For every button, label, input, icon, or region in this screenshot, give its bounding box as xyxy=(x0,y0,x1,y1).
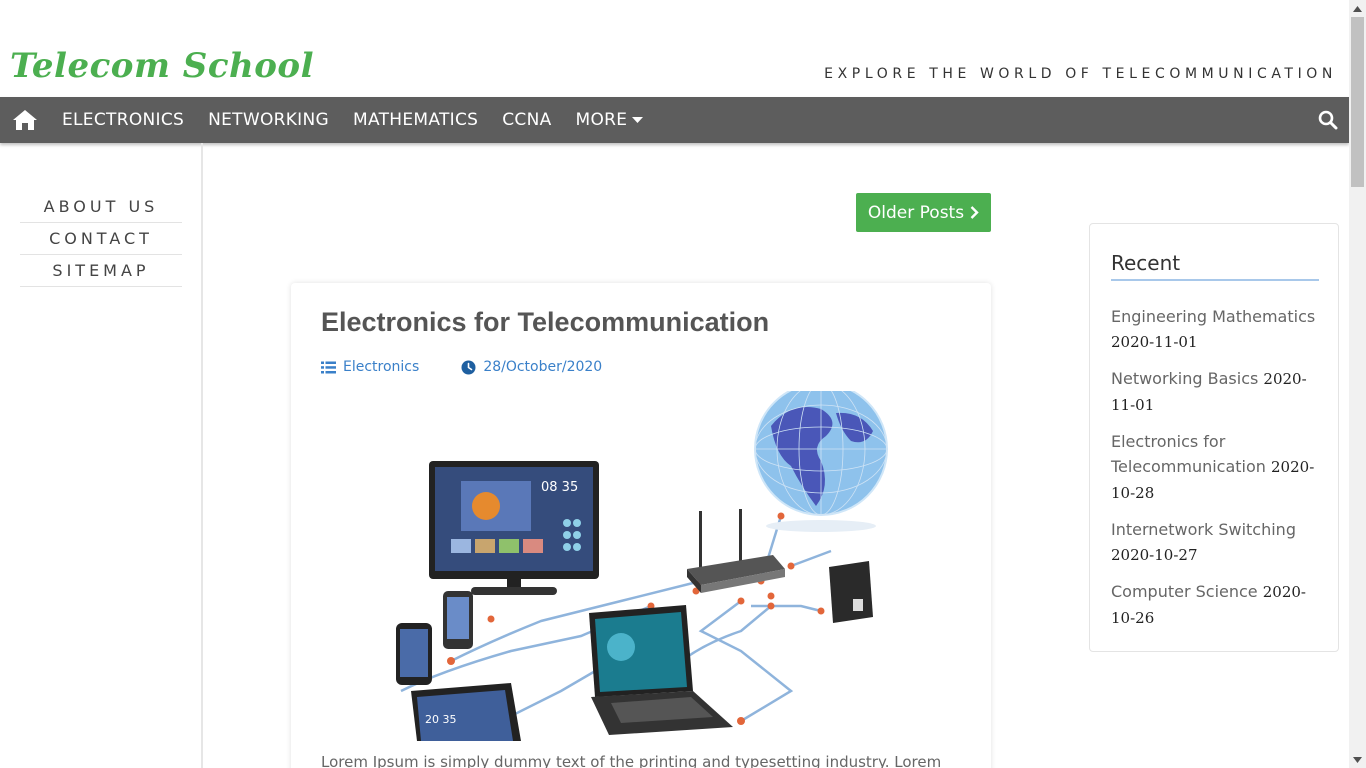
list-item: Networking Basics 2020-11-01 xyxy=(1111,366,1316,418)
home-icon[interactable] xyxy=(0,97,50,143)
older-posts-button[interactable]: Older Posts xyxy=(856,193,991,232)
nav-more-label: MORE xyxy=(575,110,628,130)
recent-item-title[interactable]: Computer Science xyxy=(1111,582,1258,601)
recent-title: Recent xyxy=(1111,251,1181,275)
recent-item-date: 2020-10-27 xyxy=(1111,546,1198,564)
recent-item-title[interactable]: Networking Basics xyxy=(1111,369,1258,388)
side-link-contact[interactable]: CONTACT xyxy=(20,223,182,255)
side-links: ABOUT US CONTACT SITEMAP xyxy=(20,191,182,287)
nav-item-mathematics[interactable]: MATHEMATICS xyxy=(353,110,478,130)
scroll-down-arrow-icon[interactable] xyxy=(1349,751,1366,768)
side-link-about-us[interactable]: ABOUT US xyxy=(20,191,182,223)
scroll-up-arrow-icon[interactable] xyxy=(1349,0,1366,17)
recent-item-title[interactable]: Engineering Mathematics xyxy=(1111,307,1315,326)
post-featured-image[interactable]: 08 35 20 35 xyxy=(321,391,961,741)
list-item: Internetwork Switching 2020-10-27 xyxy=(1111,517,1316,568)
post-date[interactable]: 28/October/2020 xyxy=(461,359,602,375)
clock-icon xyxy=(461,360,476,374)
post-category[interactable]: Electronics xyxy=(321,359,419,375)
svg-text:08 35: 08 35 xyxy=(541,480,578,495)
site-logo[interactable]: Telecom School xyxy=(10,46,314,86)
site-header: Telecom School EXPLORE THE WORLD OF TELE… xyxy=(0,0,1349,97)
svg-text:20 35: 20 35 xyxy=(425,713,457,726)
chevron-right-icon xyxy=(970,206,979,219)
recent-item-title[interactable]: Electronics for Telecommunication xyxy=(1111,432,1266,476)
recent-item-title[interactable]: Internetwork Switching xyxy=(1111,520,1296,539)
nav-item-networking[interactable]: NETWORKING xyxy=(208,110,329,130)
list-item: Computer Science 2020-10-26 xyxy=(1111,579,1316,631)
older-posts-label: Older Posts xyxy=(867,202,965,223)
page-scrollbar[interactable] xyxy=(1349,0,1366,768)
post-meta: Electronics 28/October/2020 xyxy=(321,359,602,375)
search-icon[interactable] xyxy=(1317,109,1339,131)
recent-title-underline xyxy=(1111,279,1319,281)
post-title[interactable]: Electronics for Telecommunication xyxy=(321,307,769,338)
list-item: Electronics for Telecommunication 2020-1… xyxy=(1111,429,1316,506)
caret-down-icon xyxy=(632,116,644,123)
main-nav: ELECTRONICS NETWORKING MATHEMATICS CCNA … xyxy=(0,97,1349,143)
recent-list: Engineering Mathematics 2020-11-01 Netwo… xyxy=(1111,304,1316,642)
side-link-sitemap[interactable]: SITEMAP xyxy=(20,255,182,287)
nav-item-ccna[interactable]: CCNA xyxy=(502,110,551,130)
left-sidebar: ABOUT US CONTACT SITEMAP xyxy=(0,143,203,768)
post-category-label: Electronics xyxy=(343,359,420,375)
recent-widget: Recent Engineering Mathematics 2020-11-0… xyxy=(1089,223,1339,652)
nav-item-more[interactable]: MORE xyxy=(576,110,644,130)
nav-item-electronics[interactable]: ELECTRONICS xyxy=(62,110,184,130)
recent-item-date: 2020-11-01 xyxy=(1111,333,1198,351)
post-card: Electronics for Telecommunication Electr… xyxy=(291,283,991,768)
site-tagline: EXPLORE THE WORLD OF TELECOMMUNICATION xyxy=(824,66,1337,82)
scrollbar-thumb[interactable] xyxy=(1351,17,1364,187)
list-item: Engineering Mathematics 2020-11-01 xyxy=(1111,304,1316,355)
post-excerpt: Lorem Ipsum is simply dummy text of the … xyxy=(321,753,942,768)
post-date-label: 28/October/2020 xyxy=(483,359,603,375)
list-icon xyxy=(321,361,336,373)
